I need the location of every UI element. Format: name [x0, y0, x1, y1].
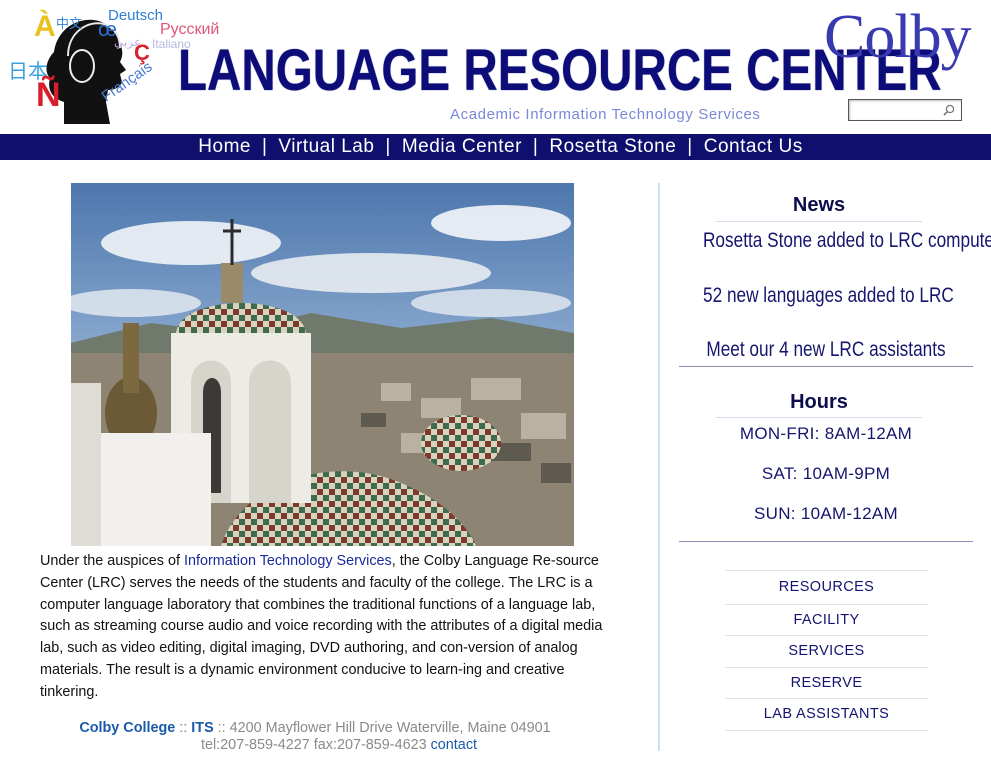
hours-item: MON-FRI: 8AM-12AM	[739, 424, 913, 443]
nav-separator: |	[385, 136, 391, 157]
menu-reserve[interactable]: RESERVE	[725, 667, 928, 698]
nav-separator: |	[687, 136, 693, 157]
site-subtitle: Academic Information Technology Services	[450, 106, 761, 123]
news-heading-underline	[716, 221, 922, 222]
search-input[interactable]	[849, 100, 947, 120]
site-header: À 中文 Deutsch Русский 日本 Ñ Français Ç œ I…	[0, 0, 991, 134]
nav-separator: |	[532, 136, 539, 157]
news-item[interactable]: 52 new languages added to LRC	[703, 284, 954, 308]
search-box	[848, 99, 962, 121]
menu-lab-assistants[interactable]: LAB ASSISTANTS	[725, 698, 928, 731]
hours-divider	[679, 541, 973, 542]
menu-facility[interactable]: FACILITY	[725, 604, 928, 635]
hours-heading: Hours	[790, 391, 848, 413]
news-heading: News	[792, 194, 846, 216]
hours-item: SUN: 10AM-12AM	[753, 504, 899, 523]
news-divider	[679, 366, 973, 367]
search-icon[interactable]	[942, 103, 956, 117]
footer-its-link[interactable]: ITS	[191, 720, 213, 736]
footer-address: :: 4200 Mayflower Hill Drive Waterville,…	[213, 720, 551, 736]
menu-resources[interactable]: RESOURCES	[725, 570, 928, 604]
nav-home[interactable]: Home	[198, 136, 251, 157]
nav-separator: |	[261, 136, 268, 157]
page-footer: Colby College :: ITS :: 4200 Mayflower H…	[40, 720, 590, 754]
news-item[interactable]: Rosetta Stone added to LRC computers!	[703, 229, 991, 253]
footer-line-1: Colby College :: ITS :: 4200 Mayflower H…	[40, 720, 590, 737]
footer-colby-link[interactable]: Colby College	[79, 720, 175, 736]
svg-text:À: À	[34, 9, 56, 43]
column-divider	[658, 183, 660, 751]
news-item[interactable]: Meet our 4 new LRC assistants	[703, 338, 949, 362]
nav-virtual-lab[interactable]: Virtual Lab	[278, 136, 374, 157]
intro-text: , the Colby Language Re-source Center (L…	[40, 553, 603, 700]
intro-text: Under the auspices of	[40, 553, 184, 569]
hours-heading-underline	[716, 417, 922, 418]
quito-dome-photo	[71, 183, 574, 546]
main-nav: Home | Virtual Lab | Media Center | Rosetta St…	[0, 134, 991, 160]
colby-logo[interactable]: Colby	[824, 2, 972, 72]
menu-services[interactable]: SERVICES	[725, 635, 928, 667]
hours-item: SAT: 10AM-9PM	[761, 464, 891, 483]
nav-media-center[interactable]: Media Center	[402, 136, 522, 157]
its-link[interactable]: Information Technology Services	[184, 553, 392, 569]
nav-rosetta-stone[interactable]: Rosetta Stone	[549, 136, 676, 157]
svg-text:Ñ: Ñ	[36, 76, 61, 114]
sidebar-menu: RESOURCES FACILITY SERVICES RESERVE LAB …	[725, 570, 928, 731]
svg-text:عربي: عربي	[114, 35, 141, 49]
footer-phones: tel:207-859-4227 fax:207-859-4623	[200, 737, 431, 753]
intro-paragraph: Under the auspices of Information Techno…	[40, 551, 612, 704]
nav-contact-us[interactable]: Contact Us	[704, 136, 803, 157]
svg-text:中文: 中文	[56, 16, 82, 31]
footer-separator: ::	[175, 720, 192, 736]
footer-line-2: tel:207-859-4227 fax:207-859-4623 contac…	[40, 737, 590, 754]
footer-contact-link[interactable]: contact	[431, 737, 477, 753]
svg-text:Русский: Русский	[160, 21, 219, 38]
site-title: LANGUAGE RESOURCE CENTER	[178, 38, 942, 103]
